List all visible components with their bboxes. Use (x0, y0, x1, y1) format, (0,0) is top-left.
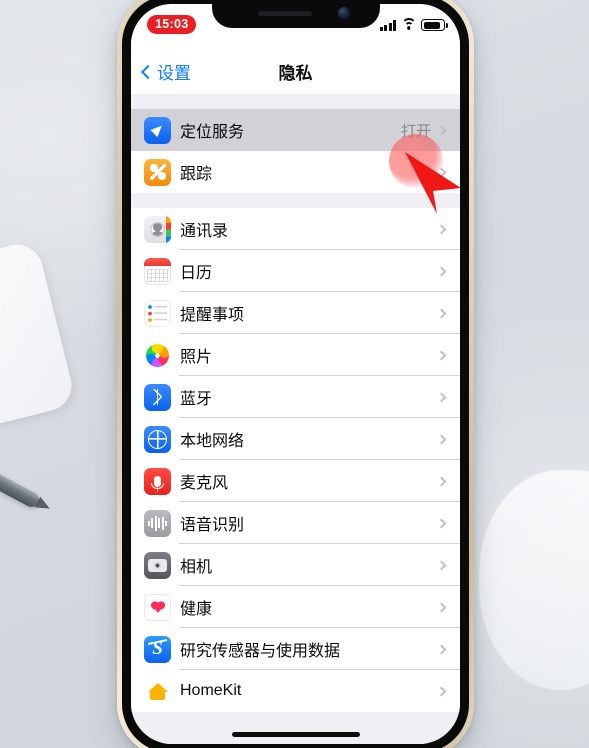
desk-white-object (479, 470, 589, 690)
chevron-right-icon (436, 602, 447, 612)
row-camera[interactable]: 相机 (131, 544, 460, 586)
row-speech-recognition[interactable]: 语音识别 (131, 502, 460, 544)
row-label: 跟踪 (180, 166, 213, 183)
notch (211, 4, 380, 28)
chevron-left-icon (140, 64, 156, 79)
row-label: 健康 (180, 601, 213, 618)
settings-group-location: 定位服务 打开 跟踪 (131, 109, 460, 193)
chevron-right-icon (436, 560, 447, 570)
row-label: 相机 (180, 559, 213, 576)
chevron-right-icon (436, 350, 447, 360)
row-label: 蓝牙 (180, 391, 213, 408)
cellular-signal-icon (379, 20, 396, 31)
row-label: 日历 (180, 265, 213, 282)
phone-screen: 15:03 设置 隐私 定位服务 打开 跟踪 通讯录 日历 提醒事项 照片 蓝牙… (131, 4, 460, 744)
row-label: 照片 (180, 349, 213, 366)
page-title: 隐私 (278, 63, 313, 83)
chevron-right-icon (436, 266, 447, 276)
tracking-icon (144, 158, 171, 186)
chevron-right-icon (436, 476, 447, 486)
row-calendar[interactable]: 日历 (131, 250, 460, 292)
home-indicator[interactable] (231, 732, 360, 737)
microphone-icon (144, 467, 171, 495)
earpiece-speaker-icon (257, 11, 312, 16)
local-network-icon (144, 425, 171, 453)
row-label: 定位服务 (180, 124, 245, 141)
row-health[interactable]: 健康 (131, 586, 460, 628)
privacy-settings-list[interactable]: 定位服务 打开 跟踪 通讯录 日历 提醒事项 照片 蓝牙 本地网络 麦克风 语音… (131, 94, 460, 744)
row-label: 提醒事项 (180, 307, 245, 324)
photos-icon (144, 341, 171, 369)
recording-time-badge: 15:03 (147, 15, 197, 34)
list-top-gap (131, 94, 460, 109)
list-group-gap (131, 193, 460, 208)
chevron-right-icon (436, 125, 447, 135)
row-label: 通讯录 (180, 223, 229, 240)
chevron-right-icon (436, 224, 447, 234)
chevron-right-icon (436, 167, 447, 177)
chevron-right-icon (436, 644, 447, 654)
chevron-right-icon (436, 518, 447, 528)
row-local-network[interactable]: 本地网络 (131, 418, 460, 460)
desk-stylus-pen (0, 465, 42, 510)
homekit-icon (144, 677, 171, 705)
chevron-right-icon (436, 308, 447, 318)
settings-group-app-permissions: 通讯录 日历 提醒事项 照片 蓝牙 本地网络 麦克风 语音识别 相机 健康 S … (131, 208, 460, 712)
row-label: 语音识别 (180, 517, 245, 534)
location-services-icon (144, 116, 171, 144)
battery-icon (421, 19, 448, 31)
row-label: 麦克风 (180, 475, 229, 492)
wifi-icon (401, 18, 416, 31)
phone-bezel: 15:03 设置 隐私 定位服务 打开 跟踪 通讯录 日历 提醒事项 照片 蓝牙… (122, 0, 469, 748)
bluetooth-icon (144, 383, 171, 411)
row-tracking[interactable]: 跟踪 (131, 151, 460, 193)
calendar-icon (144, 257, 171, 285)
reminders-icon (144, 299, 171, 327)
status-icons (379, 17, 448, 31)
chevron-right-icon (436, 434, 447, 444)
row-microphone[interactable]: 麦克风 (131, 460, 460, 502)
contacts-icon (144, 215, 171, 243)
front-camera-icon (337, 7, 350, 19)
row-research-sensor[interactable]: 研究传感器与使用数据 (131, 628, 460, 670)
speech-recognition-icon (144, 509, 171, 537)
iphone-device: 15:03 设置 隐私 定位服务 打开 跟踪 通讯录 日历 提醒事项 照片 蓝牙… (117, 0, 474, 748)
row-label: HomeKit (180, 682, 242, 699)
navigation-bar: 设置 隐私 (131, 48, 460, 94)
chevron-right-icon (436, 686, 447, 696)
row-bluetooth[interactable]: 蓝牙 (131, 376, 460, 418)
row-value: 打开 (400, 122, 431, 140)
health-icon (144, 593, 171, 621)
camera-icon (144, 551, 171, 579)
row-location-services[interactable]: 定位服务 打开 (131, 109, 460, 151)
status-bar: 15:03 (131, 4, 460, 48)
back-button-label: 设置 (157, 63, 191, 83)
row-reminders[interactable]: 提醒事项 (131, 292, 460, 334)
row-photos[interactable]: 照片 (131, 334, 460, 376)
chevron-right-icon (436, 392, 447, 402)
desk-paper-object (0, 239, 77, 431)
research-sensor-icon (144, 635, 171, 663)
row-label: 研究传感器与使用数据 (180, 643, 341, 660)
row-homekit[interactable]: HomeKit (131, 670, 460, 712)
back-button[interactable]: 设置 (140, 59, 191, 84)
row-label: 本地网络 (180, 433, 245, 450)
row-contacts[interactable]: 通讯录 (131, 208, 460, 250)
